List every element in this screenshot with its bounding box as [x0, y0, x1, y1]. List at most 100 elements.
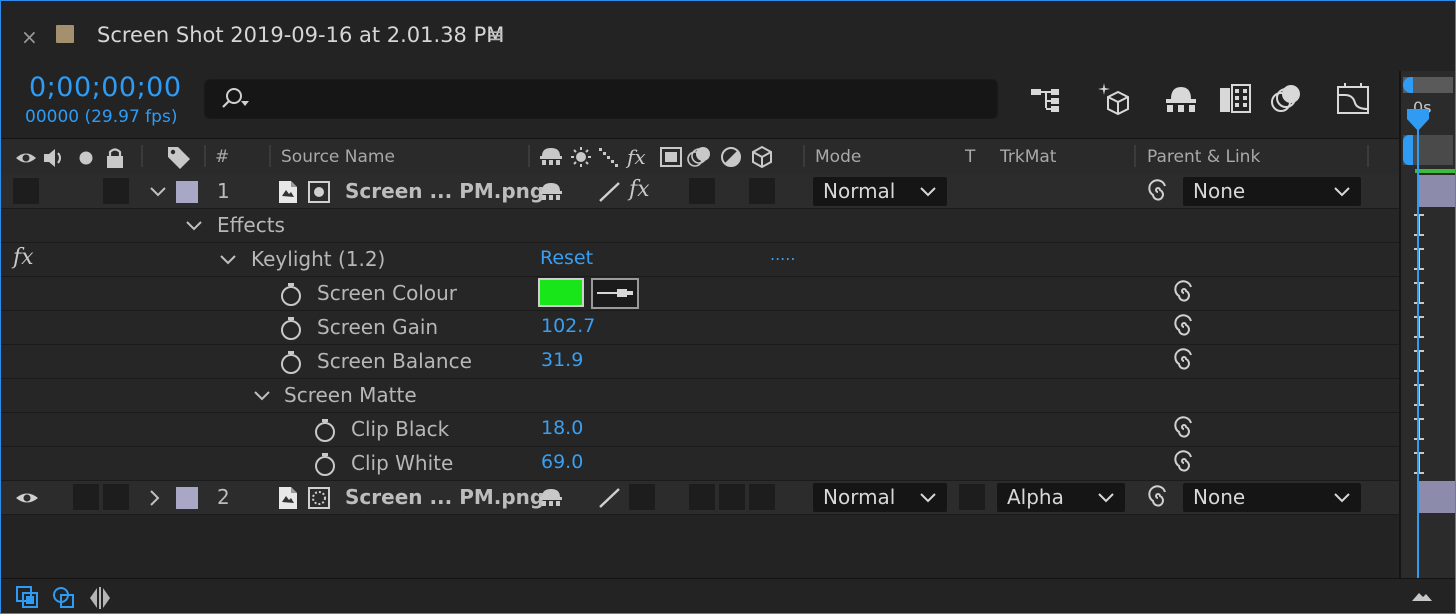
draft-3d-icon[interactable]	[1095, 81, 1131, 117]
layer-source-name[interactable]: Screen ... PM.png	[345, 179, 544, 203]
layer-2-clip-bar[interactable]	[1419, 481, 1455, 513]
pick-whip-icon[interactable]	[1171, 416, 1197, 442]
layer-1-clip-bar[interactable]	[1419, 175, 1455, 207]
stopwatch-icon[interactable]	[279, 281, 303, 307]
chevron-down-icon[interactable]	[253, 389, 271, 403]
screen-gain-value[interactable]: 102.7	[541, 315, 595, 337]
about-link[interactable]: .....	[770, 245, 795, 264]
column-separator[interactable]	[141, 145, 143, 167]
frame-blending-icon[interactable]	[1217, 81, 1253, 117]
screen-gain-row[interactable]: Screen Gain 102.7	[1, 311, 1399, 345]
layer-label-color[interactable]	[176, 181, 198, 203]
shy-switch-icon[interactable]	[539, 180, 565, 204]
layer-row-1[interactable]: 1 Screen ... PM.png fx Normal None	[1, 175, 1399, 209]
stopwatch-icon[interactable]	[279, 349, 303, 375]
preserve-transparency-switch[interactable]	[959, 484, 985, 510]
track-matte-dropdown[interactable]: Alpha	[997, 483, 1125, 512]
layer-number-column[interactable]: #	[215, 147, 229, 167]
quality-switch-icon[interactable]	[597, 486, 623, 510]
screen-colour-swatch[interactable]	[538, 278, 584, 307]
layer-source-name[interactable]: Screen ... PM.png	[345, 485, 544, 509]
layer-row-2[interactable]: 2 Screen ... PM.png Normal Alpha None	[1, 481, 1399, 515]
effect-enable-icon[interactable]: fx	[13, 245, 34, 270]
pick-whip-icon[interactable]	[1171, 280, 1197, 306]
column-separator[interactable]	[204, 145, 206, 167]
composition-flowchart-icon[interactable]	[1029, 81, 1065, 117]
search-field[interactable]	[204, 79, 998, 119]
column-separator[interactable]	[528, 145, 530, 167]
chevron-down-icon[interactable]	[219, 253, 237, 267]
playhead-marker-icon[interactable]	[1405, 107, 1431, 133]
blend-mode-dropdown[interactable]: Normal	[813, 177, 947, 206]
chevron-down-icon[interactable]	[149, 185, 167, 199]
motion-blur-switch[interactable]	[689, 178, 715, 204]
stopwatch-icon[interactable]	[313, 417, 337, 443]
blend-mode-dropdown[interactable]: Normal	[813, 483, 947, 512]
pick-whip-icon[interactable]	[1145, 485, 1171, 511]
layer-label-color[interactable]	[176, 487, 198, 509]
pick-whip-icon[interactable]	[1171, 314, 1197, 340]
column-separator[interactable]	[1367, 145, 1369, 167]
composition-tab-title[interactable]: Screen Shot 2019-09-16 at 2.01.38 PM	[97, 23, 504, 47]
current-time-display[interactable]: 0;00;00;00	[29, 72, 182, 103]
panel-menu-icon[interactable]: ≡	[488, 23, 505, 47]
chevron-right-icon[interactable]	[147, 489, 161, 507]
shy-switch-icon[interactable]	[539, 486, 565, 510]
mode-column[interactable]: Mode	[815, 147, 861, 167]
work-area-start-handle[interactable]	[1403, 77, 1413, 93]
playhead-line[interactable]	[1417, 119, 1419, 579]
clip-white-row[interactable]: Clip White 69.0	[1, 447, 1399, 481]
timeline-area[interactable]: 0s	[1399, 71, 1455, 579]
keylight-effect-row[interactable]: fx Keylight (1.2) Reset .....	[1, 243, 1399, 277]
stopwatch-icon[interactable]	[279, 315, 303, 341]
clip-black-row[interactable]: Clip Black 18.0	[1, 413, 1399, 447]
effects-group-row[interactable]: Effects	[1, 209, 1399, 243]
motion-blur-switch[interactable]	[719, 484, 745, 510]
label-tag-icon[interactable]	[166, 145, 192, 169]
search-input[interactable]	[255, 86, 979, 114]
parent-link-column[interactable]: Parent & Link	[1147, 147, 1260, 167]
effect-switch[interactable]	[629, 484, 655, 510]
lock-switch[interactable]	[103, 484, 129, 510]
stopwatch-icon[interactable]	[313, 451, 337, 477]
preserve-transparency-column[interactable]: T	[965, 147, 975, 167]
hide-shy-layers-icon[interactable]	[1163, 81, 1199, 117]
footage-file-icon	[279, 181, 297, 203]
column-separator[interactable]	[1134, 145, 1136, 167]
eyedropper-icon[interactable]	[591, 278, 639, 309]
pick-whip-icon[interactable]	[1171, 450, 1197, 476]
solo-switch[interactable]	[73, 484, 99, 510]
motion-blur-icon[interactable]	[1269, 81, 1305, 117]
column-separator[interactable]	[803, 145, 805, 167]
close-tab-icon[interactable]: ×	[21, 25, 38, 49]
screen-matte-row[interactable]: Screen Matte	[1, 379, 1399, 413]
column-separator[interactable]	[269, 145, 271, 167]
clip-white-value[interactable]: 69.0	[541, 451, 583, 473]
parent-dropdown[interactable]: None	[1183, 177, 1361, 206]
video-switch[interactable]	[13, 178, 39, 204]
zoom-out-mountain-icon[interactable]	[1411, 589, 1433, 603]
layer-switches-toggle-icon[interactable]	[15, 585, 41, 611]
frame-blend-switch[interactable]	[689, 484, 715, 510]
screen-colour-row[interactable]: Screen Colour	[1, 277, 1399, 311]
3d-layer-switch[interactable]	[749, 178, 775, 204]
in-out-toggle-icon[interactable]	[87, 585, 113, 611]
trkmat-column[interactable]: TrkMat	[1000, 147, 1056, 167]
transfer-controls-toggle-icon[interactable]	[51, 585, 77, 611]
lock-switch[interactable]	[103, 178, 129, 204]
quality-switch-icon[interactable]	[597, 180, 623, 204]
parent-dropdown[interactable]: None	[1183, 483, 1361, 512]
source-name-column[interactable]: Source Name	[281, 147, 395, 167]
effect-switch-icon[interactable]: fx	[629, 177, 650, 202]
in-point-handle[interactable]	[1403, 135, 1413, 165]
chevron-down-icon[interactable]	[185, 219, 203, 233]
screen-balance-value[interactable]: 31.9	[541, 349, 583, 371]
pick-whip-icon[interactable]	[1145, 179, 1171, 205]
eye-icon[interactable]	[15, 489, 39, 507]
3d-layer-switch[interactable]	[749, 484, 775, 510]
pick-whip-icon[interactable]	[1171, 348, 1197, 374]
clip-black-value[interactable]: 18.0	[541, 417, 583, 439]
screen-balance-row[interactable]: Screen Balance 31.9	[1, 345, 1399, 379]
reset-link[interactable]: Reset	[540, 247, 593, 269]
graph-editor-icon[interactable]	[1335, 81, 1371, 117]
